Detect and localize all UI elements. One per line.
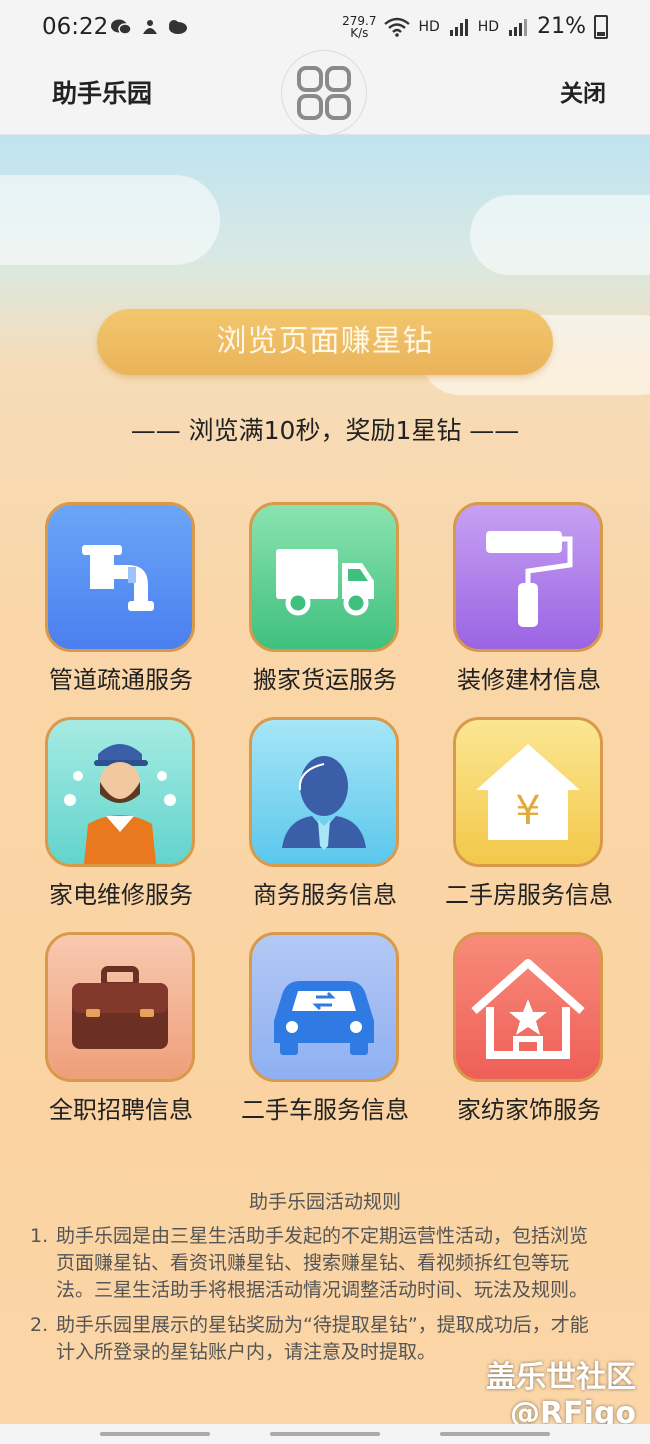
status-time: 06:22 — [42, 14, 109, 40]
menu-button[interactable] — [281, 50, 367, 136]
rule-item: 1. 助手乐园是由三星生活助手发起的不定期运营性活动，包括浏览页面赚星钻、看资讯… — [30, 1223, 600, 1304]
rule-text: 助手乐园是由三星生活助手发起的不定期运营性活动，包括浏览页面赚星钻、看资讯赚星钻… — [56, 1225, 589, 1301]
close-button[interactable]: 关闭 — [560, 74, 606, 108]
watermark-line1: 盖乐世社区 — [486, 1360, 636, 1395]
nav-pill — [100, 1432, 210, 1436]
network-speed: 279.7 K/s — [342, 13, 377, 40]
signal-icon-2 — [509, 18, 528, 36]
rule-number: 1. — [30, 1225, 49, 1247]
briefcase-icon — [45, 932, 195, 1082]
home-star-icon — [453, 932, 603, 1082]
house-yen-icon: ¥ — [453, 717, 603, 867]
status-right: 279.7 K/s HD HD 21% — [342, 14, 608, 39]
earn-banner[interactable]: 浏览页面赚星钻 — [97, 309, 553, 375]
service-tile-moving[interactable]: 搬家货运服务 — [222, 502, 428, 702]
signal-icon — [449, 18, 468, 36]
service-tile-appliance-repair[interactable]: 家电维修服务 — [18, 717, 224, 917]
app-header: 助手乐园 关闭 — [0, 50, 650, 136]
service-label: 二手车服务信息 — [241, 1096, 409, 1124]
rule-text: 助手乐园里展示的星钻奖励为“待提取星钻”，提取成功后，才能计入所登录的星钻账户内… — [56, 1314, 589, 1363]
gesture-navbar — [0, 1424, 650, 1444]
service-tile-home-textile[interactable]: 家纺家饰服务 — [426, 932, 632, 1132]
cloud-decoration — [0, 175, 220, 265]
service-tile-business[interactable]: 商务服务信息 — [222, 717, 428, 917]
reward-subtitle: —— 浏览满10秒，奖励1星钻 —— — [130, 416, 520, 445]
truck-icon — [249, 502, 399, 652]
service-label: 家纺家饰服务 — [457, 1096, 601, 1124]
rules-title: 助手乐园活动规则 — [248, 1191, 401, 1213]
service-label: 商务服务信息 — [253, 881, 397, 909]
service-tile-used-car[interactable]: 二手车服务信息 — [222, 932, 428, 1132]
main-content: 浏览页面赚星钻 —— 浏览满10秒，奖励1星钻 —— 管道疏通服务 搬家货运服务… — [0, 135, 650, 1444]
car-icon — [249, 932, 399, 1082]
rules-list: 1. 助手乐园是由三星生活助手发起的不定期运营性活动，包括浏览页面赚星钻、看资讯… — [30, 1223, 600, 1374]
svg-text:¥: ¥ — [515, 788, 540, 834]
cloud-decoration — [470, 195, 650, 275]
battery-percent: 21% — [537, 14, 586, 39]
wechat-icon — [111, 19, 187, 35]
nav-pill — [440, 1432, 550, 1436]
service-label: 管道疏通服务 — [49, 666, 193, 694]
service-tile-used-house[interactable]: ¥ 二手房服务信息 — [426, 717, 632, 917]
notification-icons — [110, 16, 200, 43]
pipe-icon — [45, 502, 195, 652]
paint-roller-icon — [453, 502, 603, 652]
network-hd-1: HD — [418, 18, 440, 35]
wifi-icon — [384, 17, 411, 37]
nav-pill[interactable] — [270, 1432, 380, 1436]
service-label: 二手房服务信息 — [445, 881, 613, 909]
service-label: 搬家货运服务 — [253, 666, 397, 694]
service-tile-decoration[interactable]: 装修建材信息 — [426, 502, 632, 702]
network-hd-2: HD — [477, 18, 500, 35]
service-label: 装修建材信息 — [457, 666, 601, 694]
repairman-icon — [45, 717, 195, 867]
service-tile-recruitment[interactable]: 全职招聘信息 — [18, 932, 224, 1132]
service-tile-pipe[interactable]: 管道疏通服务 — [18, 502, 224, 702]
rule-item: 2. 助手乐园里展示的星钻奖励为“待提取星钻”，提取成功后，才能计入所登录的星钻… — [30, 1312, 600, 1366]
business-person-icon — [249, 717, 399, 867]
grid-menu-icon — [297, 66, 351, 120]
service-label: 全职招聘信息 — [49, 1096, 193, 1124]
rule-number: 2. — [30, 1314, 49, 1336]
page-title: 助手乐园 — [52, 79, 153, 108]
watermark: 盖乐世社区 @RFigo — [486, 1360, 636, 1432]
battery-icon — [594, 14, 608, 39]
service-label: 家电维修服务 — [49, 881, 193, 909]
status-bar: 06:22 279.7 K/s HD HD 21% — [0, 0, 650, 54]
